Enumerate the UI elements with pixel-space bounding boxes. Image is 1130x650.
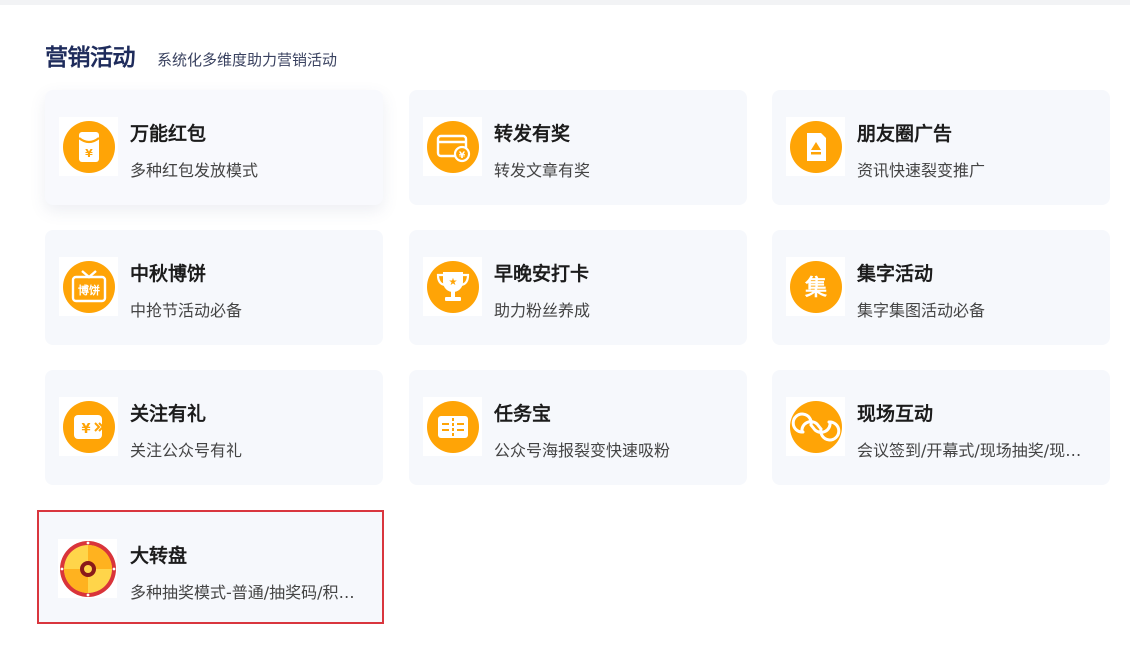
card-title: 关注有礼: [130, 403, 207, 425]
card-title: 万能红包: [130, 123, 207, 145]
card-description: 助力粉丝养成: [494, 301, 591, 320]
lucky-wheel-icon: [58, 539, 117, 598]
card-description: 公众号海报裂变快速吸粉: [494, 441, 671, 460]
marketing-panel: 营销活动 系统化多维度助力营销活动 ¥ 万能红包 多种红包发放模式 ¥ 转发有奖: [0, 5, 1130, 650]
card-moments-ad[interactable]: 朋友圈广告 资讯快速裂变推广: [772, 90, 1110, 205]
card-title: 转发有奖: [494, 123, 571, 145]
card-universal-red-packet[interactable]: ¥ 万能红包 多种红包发放模式: [45, 90, 383, 205]
section-title: 营销活动: [45, 45, 136, 71]
follow-gift-icon: ¥: [59, 397, 118, 456]
card-lucky-wheel[interactable]: 大转盘 多种抽奖模式-普通/抽奖码/积分抽奖: [37, 510, 384, 624]
card-description: 多种红包发放模式: [130, 161, 259, 180]
svg-text:¥: ¥: [458, 151, 465, 161]
svg-text:博饼: 博饼: [78, 283, 100, 297]
moments-ad-icon: [786, 117, 845, 176]
card-title: 现场互动: [857, 403, 934, 425]
card-description: 会议签到/开幕式/现场抽奖/现场互动: [857, 441, 1097, 460]
trophy-icon: ★: [423, 257, 482, 316]
card-title: 早晚安打卡: [494, 263, 590, 285]
red-envelope-icon: ¥: [59, 117, 118, 176]
card-title: 大转盘: [130, 545, 188, 567]
svg-text:集: 集: [803, 275, 827, 301]
live-interaction-icon: [786, 397, 845, 456]
card-mid-autumn-bobing[interactable]: 博饼 中秋博饼 中抢节活动必备: [45, 230, 383, 345]
share-reward-icon: ¥: [423, 117, 482, 176]
collect-characters-icon: 集: [786, 257, 845, 316]
card-description: 中抢节活动必备: [130, 301, 243, 320]
card-collect-characters[interactable]: 集 集字活动 集字集图活动必备: [772, 230, 1110, 345]
mooncake-gift-icon: 博饼: [59, 257, 118, 316]
card-share-reward[interactable]: ¥ 转发有奖 转发文章有奖: [409, 90, 747, 205]
svg-text:¥: ¥: [81, 422, 90, 437]
card-description: 多种抽奖模式-普通/抽奖码/积分抽奖: [130, 583, 366, 602]
svg-text:★: ★: [448, 277, 457, 288]
card-title: 集字活动: [857, 263, 934, 285]
card-title: 朋友圈广告: [857, 123, 953, 145]
card-live-interaction[interactable]: 现场互动 会议签到/开幕式/现场抽奖/现场互动: [772, 370, 1110, 485]
card-title: 中秋博饼: [130, 263, 207, 285]
card-description: 集字集图活动必备: [857, 301, 986, 320]
card-task-treasure[interactable]: 任务宝 公众号海报裂变快速吸粉: [409, 370, 747, 485]
card-title: 任务宝: [494, 403, 552, 425]
task-ticket-icon: [423, 397, 482, 456]
section-subtitle: 系统化多维度助力营销活动: [157, 51, 338, 69]
svg-text:¥: ¥: [85, 147, 93, 160]
card-description: 资讯快速裂变推广: [857, 161, 986, 180]
card-description: 转发文章有奖: [494, 161, 591, 180]
card-morning-night-checkin[interactable]: ★ 早晚安打卡 助力粉丝养成: [409, 230, 747, 345]
card-follow-gift[interactable]: ¥ 关注有礼 关注公众号有礼: [45, 370, 383, 485]
card-description: 关注公众号有礼: [130, 441, 243, 460]
